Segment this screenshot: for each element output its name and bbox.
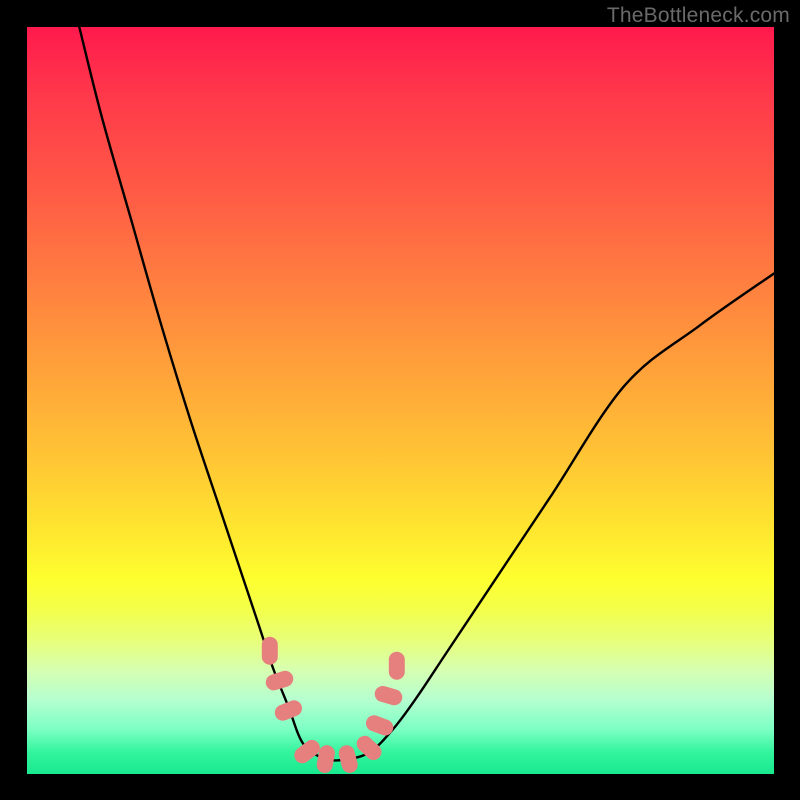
plot-area (27, 27, 774, 774)
chart-frame: TheBottleneck.com (0, 0, 800, 800)
highlighted-points (262, 637, 405, 775)
watermark-text: TheBottleneck.com (607, 4, 790, 28)
marker-capsule (373, 684, 404, 707)
marker-capsule (264, 669, 296, 693)
marker-capsule (272, 698, 304, 723)
marker-capsule (364, 713, 396, 738)
marker-capsule (389, 652, 405, 680)
bottleneck-curve (79, 27, 774, 760)
curve-svg (27, 27, 774, 774)
marker-capsule (262, 637, 278, 665)
marker-capsule (337, 744, 360, 775)
marker-capsule (353, 733, 384, 764)
